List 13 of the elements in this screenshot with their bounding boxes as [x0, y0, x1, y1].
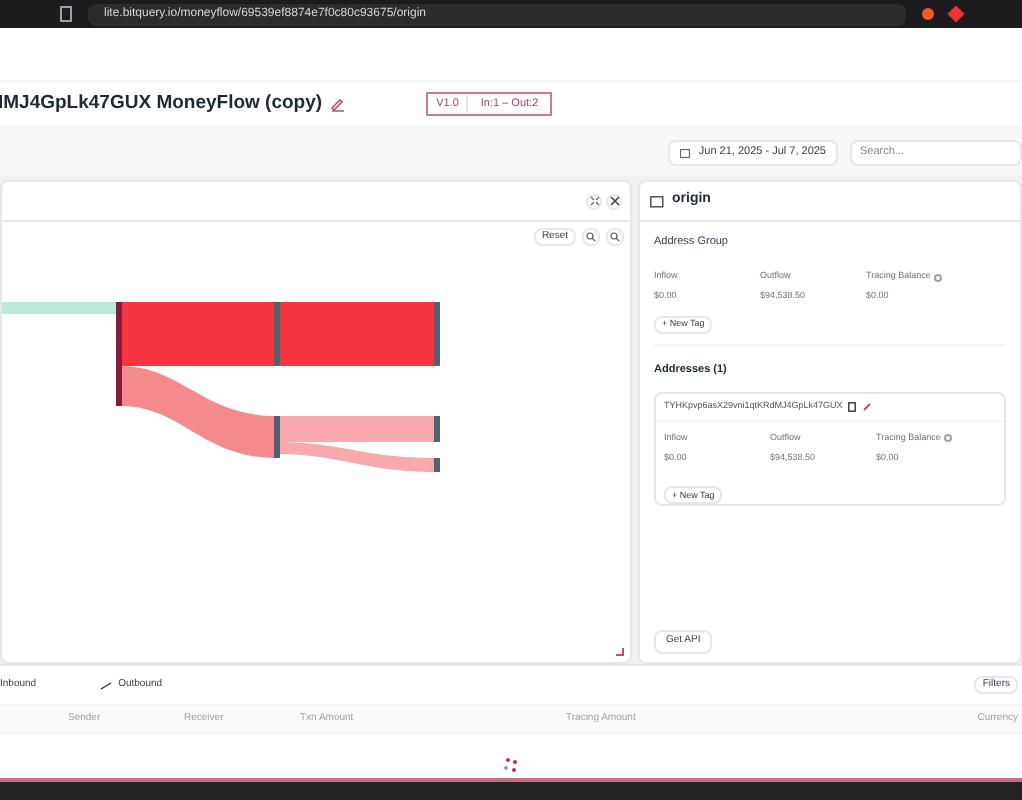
- resize-handle-icon[interactable]: [616, 648, 624, 656]
- pencil-icon[interactable]: [330, 96, 347, 112]
- close-icon[interactable]: [606, 193, 622, 209]
- flow-title: IMJ4GpLk47GUX MoneyFlow (copy): [0, 89, 323, 118]
- loading-spinner-icon: [502, 756, 520, 774]
- expand-icon[interactable]: [586, 193, 602, 209]
- trend-icon: [100, 681, 113, 689]
- info-icon[interactable]: [944, 434, 953, 443]
- info-icon[interactable]: [934, 273, 943, 282]
- zoom-in-icon[interactable]: [582, 228, 600, 246]
- zoom-out-icon[interactable]: [606, 228, 624, 246]
- bookmark-icon[interactable]: [60, 6, 72, 22]
- copy-icon[interactable]: [848, 402, 857, 412]
